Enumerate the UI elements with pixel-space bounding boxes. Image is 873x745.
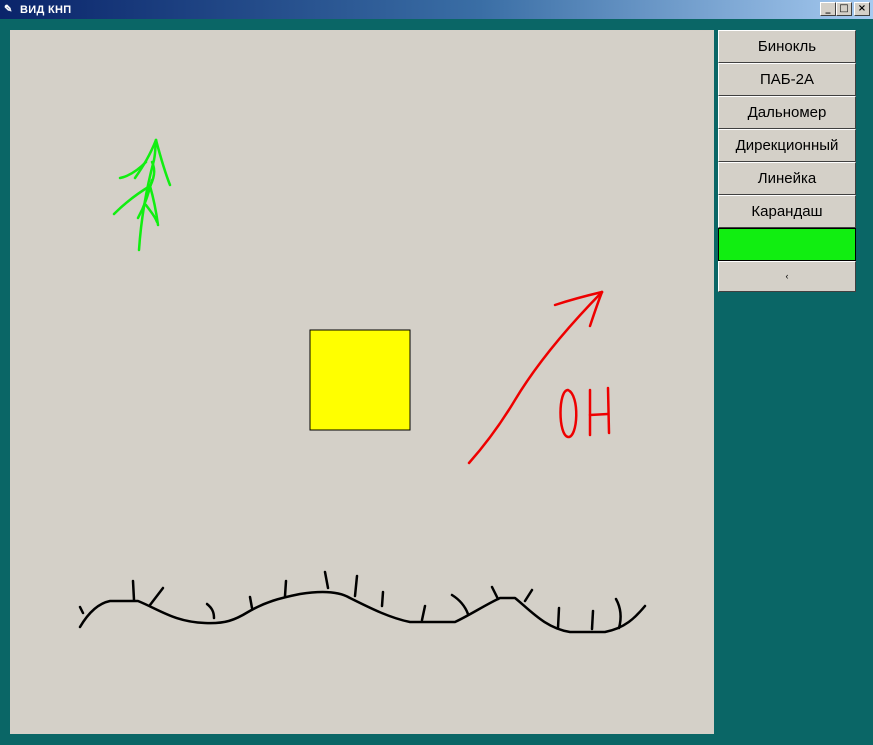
terrain-ridge <box>78 590 647 634</box>
window-controls: _ □ × <box>820 2 870 16</box>
black-terrain-line <box>78 570 647 634</box>
red-handwritten-text <box>559 386 611 439</box>
directional-button[interactable]: Дирекционный <box>718 129 856 162</box>
terrain-tick <box>148 586 165 607</box>
terrain-tick <box>556 606 561 630</box>
terrain-tick <box>490 585 500 601</box>
letter-h-right <box>606 386 611 435</box>
letter-o <box>559 388 578 439</box>
window-title: ВИД КНП <box>20 3 72 16</box>
binoculars-button[interactable]: Бинокль <box>718 30 856 63</box>
color-swatch-button[interactable] <box>718 228 856 261</box>
terrain-tick <box>248 595 254 610</box>
green-tree-sketch <box>112 138 172 252</box>
feather-icon: ✎ <box>4 4 13 15</box>
arrow-shaft <box>467 290 604 465</box>
terrain-tick <box>205 602 216 620</box>
drawing-canvas[interactable] <box>10 30 714 734</box>
terrain-tick <box>131 579 136 602</box>
terrain-tick <box>523 588 534 603</box>
drawing-layer <box>78 138 647 634</box>
terrain-tick <box>78 605 85 615</box>
rangefinder-button[interactable]: Дальномер <box>718 96 856 129</box>
tree-branch <box>118 160 148 180</box>
terrain-tick <box>450 593 470 616</box>
terrain-tick <box>283 579 288 598</box>
letter-h-bar <box>588 412 610 417</box>
ruler-button[interactable]: Линейка <box>718 162 856 195</box>
terrain-tick <box>323 570 330 590</box>
yellow-square[interactable] <box>309 329 411 431</box>
extra-button[interactable]: ‹ <box>718 261 856 292</box>
close-button[interactable]: × <box>854 2 870 16</box>
minimize-button[interactable]: _ <box>820 2 836 16</box>
tool-panel: Бинокль ПАБ-2А Дальномер Дирекционный Ли… <box>718 30 856 292</box>
title-bar[interactable]: ✎ ВИД КНП _ □ × <box>0 0 873 19</box>
pencil-button[interactable]: Карандаш <box>718 195 856 228</box>
terrain-tick <box>590 609 595 631</box>
pab-2a-button[interactable]: ПАБ-2А <box>718 63 856 96</box>
terrain-tick <box>353 574 359 598</box>
maximize-button[interactable]: □ <box>836 2 852 16</box>
red-arrow-sketch <box>467 290 604 465</box>
terrain-tick <box>614 597 622 630</box>
tree-branch <box>133 138 158 180</box>
terrain-tick <box>380 590 385 608</box>
tree-branch <box>154 138 172 187</box>
terrain-tick <box>420 604 427 622</box>
